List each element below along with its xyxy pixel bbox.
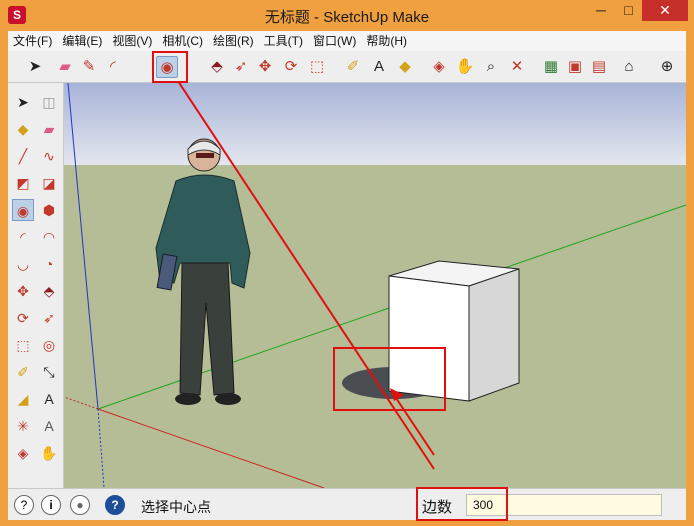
move-icon[interactable]: ✥	[254, 56, 276, 78]
ground	[64, 165, 686, 488]
eraser-icon[interactable]: ▰	[54, 56, 76, 78]
freehand-icon[interactable]: ∿	[38, 145, 60, 167]
menu-camera[interactable]: 相机(C)	[157, 31, 208, 51]
annotation-box-circle-tool	[152, 51, 188, 83]
menu-window[interactable]: 窗口(W)	[308, 31, 361, 51]
push-pull-icon[interactable]: ⬘	[206, 56, 228, 78]
main-toolbar: ➤ ▰ ✎ ◜ ◉ ⬘ ➶ ✥ ⟳ ⬚ ✐ A ◆ ◈ ✋ ⌕ ✕ ▦ ▣ ▤ ⌂ ⊕	[8, 51, 686, 83]
crosshair-icon[interactable]: ⊕	[656, 56, 678, 78]
move-icon[interactable]: ✥	[12, 280, 34, 302]
sky	[64, 83, 686, 165]
zoom-extents-icon[interactable]: ✕	[506, 56, 528, 78]
minimize-button[interactable]: ─	[587, 0, 615, 21]
status-hint: 选择中心点	[141, 499, 211, 515]
viewport-svg	[64, 83, 686, 488]
zoom-icon[interactable]: ⌕	[480, 56, 502, 78]
warehouse-icon[interactable]: ▤	[588, 56, 610, 78]
pie-icon[interactable]: ◔	[38, 253, 60, 275]
scale-icon[interactable]: ⬚	[12, 334, 34, 356]
line-icon[interactable]: ╱	[12, 145, 34, 167]
add-location-icon[interactable]: ▦	[540, 56, 562, 78]
select-icon[interactable]: ➤	[24, 56, 46, 78]
box-side	[468, 268, 520, 402]
eraser-icon[interactable]: ▰	[38, 118, 60, 140]
rectangle-icon[interactable]: ◩	[12, 172, 34, 194]
app-window: S 无标题 - SketchUp Make ─ □ ✕ 文件(F) 编辑(E) 视图…	[0, 0, 694, 526]
menu-view[interactable]: 视图(V)	[107, 31, 157, 51]
tool-palette: ➤ ◫ ◆ ▰ ╱ ∿ ◩ ◪ ◉ ⬢ ◜ ◠ ◡ ◔ ✥ ⬘ ⟳ ➶ ⬚ ◎ ✐ ⤡ ◢ A ✳ A ◈ ✋	[8, 83, 64, 488]
protractor-icon[interactable]: ◢	[12, 388, 34, 410]
pan-icon[interactable]: ✋	[38, 442, 60, 464]
tape-measure-icon[interactable]: ✐	[342, 56, 364, 78]
text-icon[interactable]: A	[38, 388, 60, 410]
arc-icon[interactable]: ◜	[102, 56, 124, 78]
menu-draw[interactable]: 绘图(R)	[208, 31, 259, 51]
scale-icon[interactable]: ⬚	[306, 56, 328, 78]
title-bar[interactable]: S 无标题 - SketchUp Make ─ □ ✕	[0, 0, 694, 31]
components-icon[interactable]: ▣	[564, 56, 586, 78]
paint-bucket-icon[interactable]: ◆	[394, 56, 416, 78]
make-component-icon[interactable]: ◫	[38, 91, 60, 113]
offset-icon[interactable]: ◎	[38, 334, 60, 356]
pan-icon[interactable]: ✋	[454, 56, 476, 78]
follow-me-icon[interactable]: ➶	[38, 307, 60, 329]
credits-icon[interactable]: i	[41, 495, 61, 515]
circle-icon[interactable]: ◉	[12, 199, 34, 221]
follow-me-icon[interactable]: ➶	[230, 56, 252, 78]
orbit-icon[interactable]: ◈	[12, 442, 34, 464]
3d-text-icon[interactable]: A	[38, 415, 60, 437]
pencil-icon[interactable]: ✎	[78, 56, 100, 78]
drawing-canvas[interactable]	[64, 83, 686, 488]
two-point-arc-icon[interactable]: ◠	[38, 226, 60, 248]
annotation-box-vcb	[416, 487, 508, 521]
menu-edit[interactable]: 编辑(E)	[57, 31, 107, 51]
help-icon[interactable]: ?	[105, 495, 125, 515]
three-point-arc-icon[interactable]: ◡	[12, 253, 34, 275]
annotation-box-circle	[333, 347, 446, 411]
menu-bar: 文件(F) 编辑(E) 视图(V) 相机(C) 绘图(R) 工具(T) 窗口(W) 帮助(H)	[8, 31, 686, 51]
text-icon[interactable]: A	[368, 56, 390, 78]
geolocation-icon[interactable]: ?	[14, 495, 34, 515]
select-icon[interactable]: ➤	[12, 91, 34, 113]
dimension-icon[interactable]: ⤡	[38, 361, 60, 383]
rotate-icon[interactable]: ⟳	[12, 307, 34, 329]
axes-icon[interactable]: ✳	[12, 415, 34, 437]
rotate-icon[interactable]: ⟳	[280, 56, 302, 78]
menu-file[interactable]: 文件(F)	[8, 31, 57, 51]
user-icon[interactable]: ●	[70, 495, 90, 515]
close-button[interactable]: ✕	[642, 0, 688, 21]
maximize-button[interactable]: □	[615, 0, 642, 21]
house-icon[interactable]: ⌂	[618, 56, 640, 78]
arc-icon[interactable]: ◜	[12, 226, 34, 248]
rotated-rectangle-icon[interactable]: ◪	[38, 172, 60, 194]
status-bar: ? i ● ? 选择中心点 边数 300	[8, 487, 686, 521]
tape-measure-icon[interactable]: ✐	[12, 361, 34, 383]
paint-bucket-icon[interactable]: ◆	[12, 118, 34, 140]
menu-tools[interactable]: 工具(T)	[259, 31, 308, 51]
polygon-icon[interactable]: ⬢	[38, 199, 60, 221]
menu-help[interactable]: 帮助(H)	[361, 31, 412, 51]
orbit-icon[interactable]: ◈	[428, 56, 450, 78]
push-pull-icon[interactable]: ⬘	[38, 280, 60, 302]
